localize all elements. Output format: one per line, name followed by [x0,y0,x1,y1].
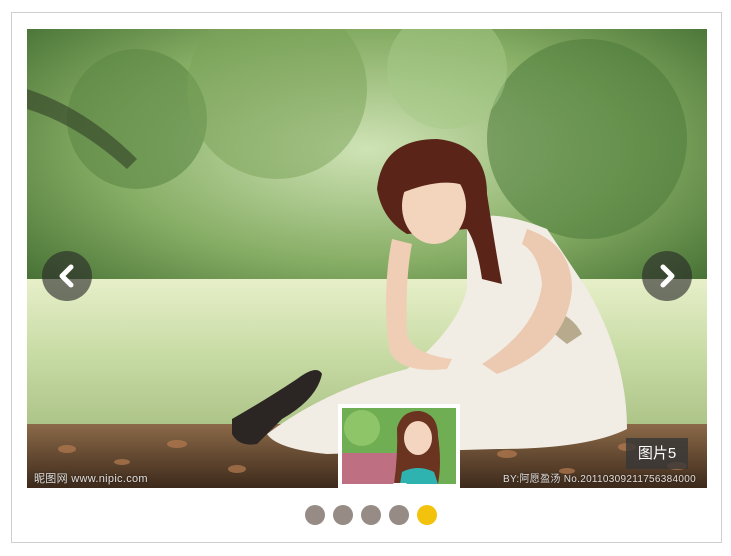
pagination-dot-4[interactable] [389,505,409,525]
pagination-dot-5-active[interactable] [417,505,437,525]
pagination-dot-2[interactable] [333,505,353,525]
next-slide-button[interactable] [642,251,692,301]
chevron-right-icon [660,264,675,288]
pagination-dot-1[interactable] [305,505,325,525]
watermark-left: 昵图网 www.nipic.com [34,473,148,485]
slide-thumbnail-preview [338,404,460,488]
slide-caption: 图片5 [626,438,688,469]
thumbnail-pointer [393,483,407,491]
pagination-dot-3[interactable] [361,505,381,525]
prev-slide-button[interactable] [42,251,92,301]
chevron-left-icon [59,264,74,288]
watermark-right: BY:阿愿盈汤 No.20110309211756384000 [503,474,696,485]
